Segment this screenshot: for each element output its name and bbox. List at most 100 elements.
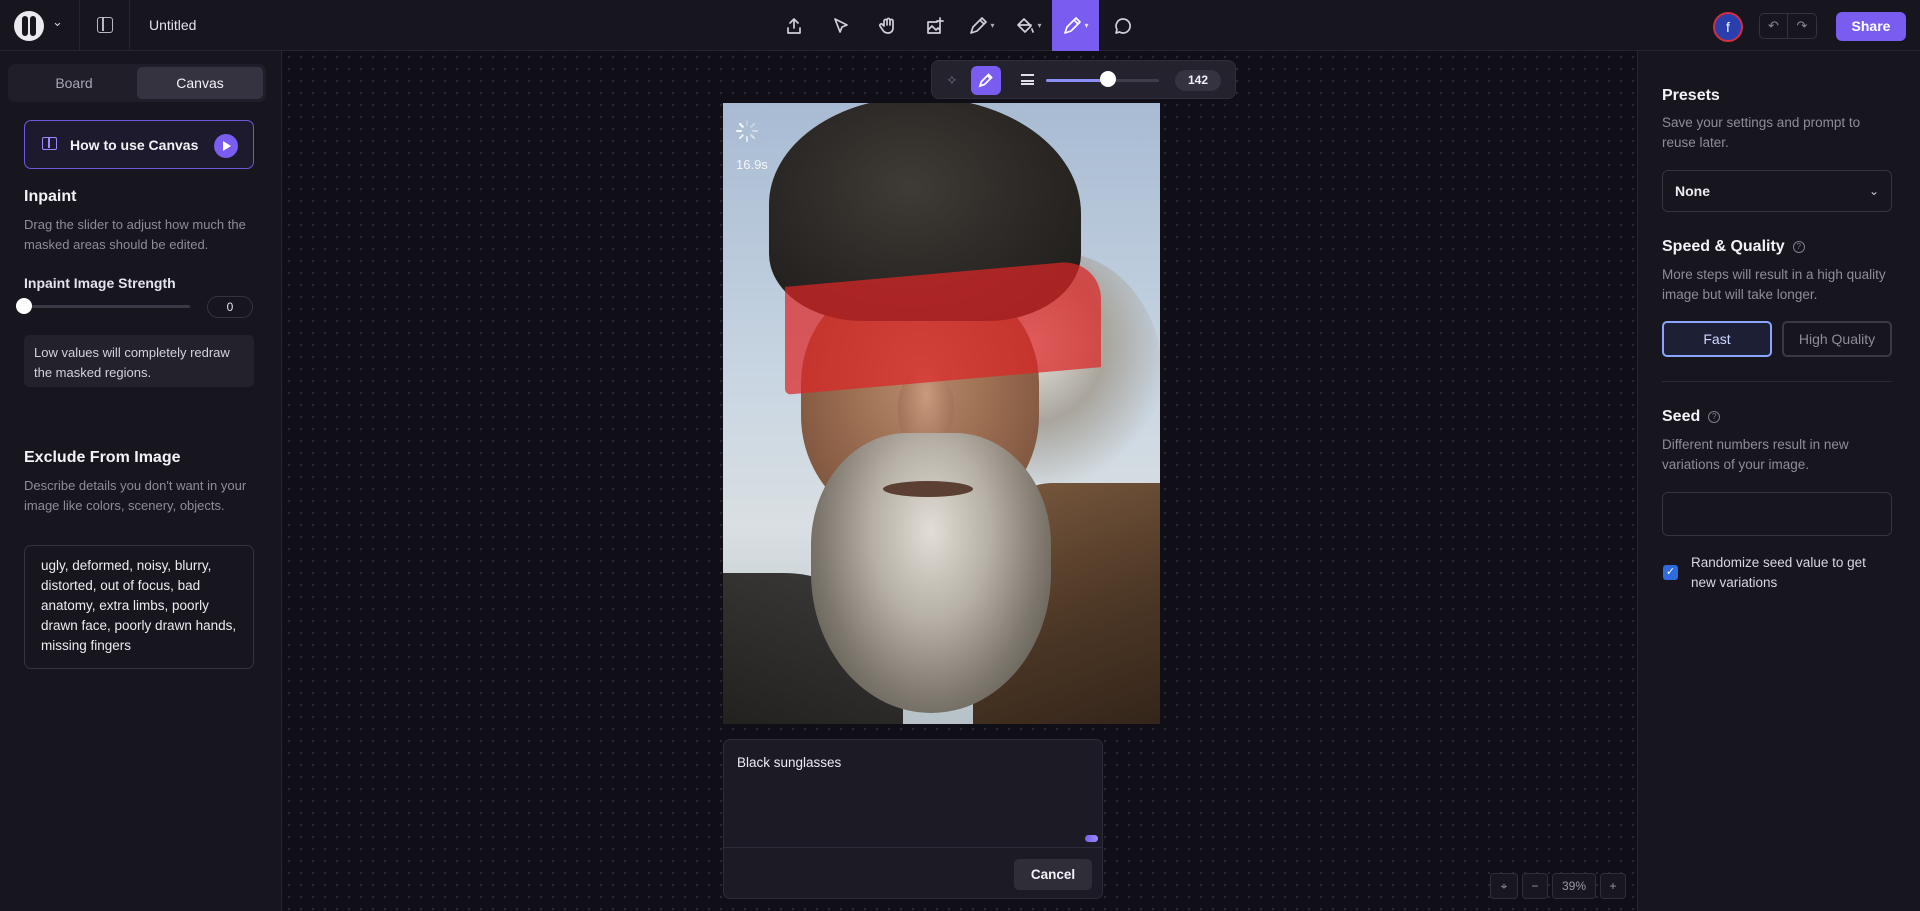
crosshair-icon: ⌖ bbox=[1500, 879, 1508, 893]
seed-input[interactable] bbox=[1662, 492, 1892, 536]
zoom-level[interactable]: 39% bbox=[1552, 873, 1596, 899]
fast-button[interactable]: Fast bbox=[1662, 321, 1772, 357]
document-title[interactable]: Untitled bbox=[149, 17, 196, 33]
play-icon bbox=[214, 134, 238, 158]
book-icon bbox=[42, 137, 57, 150]
how-to-use-canvas-button[interactable]: How to use Canvas bbox=[24, 120, 254, 169]
chevron-down-icon[interactable]: ⌄ bbox=[52, 14, 63, 30]
help-icon[interactable]: ? bbox=[1708, 410, 1721, 423]
spinner-tick bbox=[736, 130, 742, 132]
randomize-seed-label[interactable]: Randomize seed value to get new variatio… bbox=[1691, 553, 1891, 593]
seed-title: Seed? bbox=[1662, 408, 1721, 426]
pan-tool[interactable] bbox=[864, 0, 911, 51]
zoom-controls: ⌖ − 39% + bbox=[1490, 873, 1626, 899]
inpaint-strength-value[interactable]: 0 bbox=[207, 296, 253, 318]
help-icon[interactable]: ? bbox=[1792, 240, 1805, 253]
redo-icon: ↷ bbox=[1796, 18, 1808, 33]
speed-quality-description: More steps will result in a high quality… bbox=[1662, 267, 1886, 302]
generation-timer: 16.9s bbox=[736, 157, 768, 172]
mode-tabs: Board Canvas bbox=[8, 64, 266, 102]
exclude-title: Exclude From Image bbox=[24, 449, 181, 466]
upload-icon bbox=[786, 17, 801, 34]
app-root: ⌄ Untitled ▾ ▾ ▾ f ↶ ↷ Share Board Canva… bbox=[0, 0, 1920, 911]
spinner-tick bbox=[749, 122, 756, 129]
seed-description: Different numbers result in new variatio… bbox=[1662, 437, 1849, 472]
high-quality-button[interactable]: High Quality bbox=[1782, 321, 1892, 357]
left-sidebar: Board Canvas How to use Canvas Inpaint D… bbox=[0, 51, 282, 911]
brush-size-icon bbox=[1021, 74, 1034, 85]
spinner-tick bbox=[738, 133, 745, 140]
pen-tool[interactable]: ▾ bbox=[958, 0, 1005, 51]
inpaint-title: Inpaint bbox=[24, 188, 77, 205]
canvas-image[interactable]: 16.9s bbox=[723, 103, 1160, 724]
fit-to-screen-button[interactable]: ⌖ bbox=[1490, 873, 1518, 899]
inpaint-strength-slider-handle[interactable] bbox=[16, 298, 32, 314]
pen-icon bbox=[978, 73, 993, 88]
cancel-button[interactable]: Cancel bbox=[1014, 859, 1092, 890]
pointer-icon bbox=[833, 17, 848, 33]
fill-icon bbox=[1017, 17, 1035, 33]
select-tool[interactable] bbox=[817, 0, 864, 51]
hand-icon bbox=[878, 17, 894, 34]
redo-button[interactable]: ↷ bbox=[1788, 13, 1817, 39]
seed-label: Seed bbox=[1662, 408, 1701, 425]
upload-tool[interactable] bbox=[770, 0, 817, 51]
inpaint-note: Low values will completely redraw the ma… bbox=[24, 335, 254, 387]
spinner-tick bbox=[746, 120, 748, 126]
preset-select[interactable]: None ⌄ bbox=[1662, 170, 1892, 212]
spinner-tick bbox=[749, 133, 756, 140]
speed-quality-title: Speed & Quality? bbox=[1662, 238, 1805, 256]
prompt-panel: Black sunglasses Cancel bbox=[723, 739, 1103, 899]
spinner-tick bbox=[738, 122, 745, 129]
top-bar: ⌄ Untitled ▾ ▾ ▾ f ↶ ↷ Share bbox=[0, 0, 1920, 51]
brush-size-fill bbox=[1046, 79, 1109, 82]
presets-description: Save your settings and prompt to reuse l… bbox=[1662, 115, 1861, 150]
share-button[interactable]: Share bbox=[1836, 12, 1906, 41]
avatar[interactable]: f bbox=[1713, 12, 1743, 42]
brush-toolbar: ✧ 142 bbox=[931, 60, 1236, 99]
tab-board[interactable]: Board bbox=[11, 67, 137, 99]
tab-canvas[interactable]: Canvas bbox=[137, 67, 263, 99]
add-image-tool[interactable] bbox=[911, 0, 958, 51]
inpaint-description: Drag the slider to adjust how much the m… bbox=[24, 217, 246, 252]
brush-mode-button[interactable] bbox=[971, 66, 1001, 95]
zoom-out-button[interactable]: − bbox=[1522, 873, 1548, 899]
comment-icon bbox=[1114, 17, 1131, 34]
divider bbox=[1662, 381, 1892, 382]
divider bbox=[129, 0, 130, 51]
spinner-tick bbox=[746, 136, 748, 142]
comment-tool[interactable] bbox=[1099, 0, 1146, 51]
speed-quality-label: Speed & Quality bbox=[1662, 238, 1785, 255]
sparkle-icon[interactable]: ✧ bbox=[946, 72, 958, 89]
add-image-icon bbox=[926, 16, 944, 34]
inpaint-brush-tool[interactable]: ▾ bbox=[1052, 0, 1099, 51]
logo-icon[interactable] bbox=[14, 11, 44, 41]
preset-selected-value: None bbox=[1675, 183, 1710, 199]
exclude-description: Describe details you don't want in your … bbox=[24, 478, 247, 513]
prompt-input[interactable]: Black sunglasses bbox=[737, 755, 841, 770]
inpaint-strength-label: Inpaint Image Strength bbox=[24, 275, 176, 291]
chevron-down-icon: ⌄ bbox=[1868, 184, 1879, 198]
divider bbox=[724, 847, 1102, 848]
undo-icon: ↶ bbox=[1768, 18, 1779, 33]
fill-tool[interactable]: ▾ bbox=[1005, 0, 1052, 51]
brush-size-value[interactable]: 142 bbox=[1175, 70, 1221, 91]
randomize-seed-checkbox[interactable]: ✓ bbox=[1663, 565, 1678, 580]
pen-icon bbox=[970, 16, 988, 34]
loading-spinner-icon bbox=[736, 120, 758, 142]
how-to-label: How to use Canvas bbox=[70, 137, 199, 153]
tool-group: ▾ ▾ ▾ bbox=[770, 0, 1146, 51]
negative-prompt-field[interactable]: ugly, deformed, noisy, blurry, distorted… bbox=[24, 545, 254, 669]
panel-toggle-icon[interactable] bbox=[97, 17, 113, 33]
image-mouth bbox=[883, 481, 973, 497]
zoom-in-button[interactable]: + bbox=[1600, 873, 1626, 899]
undo-redo-group: ↶ ↷ bbox=[1759, 13, 1817, 39]
image-beard bbox=[811, 433, 1051, 713]
right-sidebar: Presets Save your settings and prompt to… bbox=[1637, 51, 1920, 911]
inpaint-strength-slider[interactable] bbox=[24, 305, 190, 308]
brush-size-slider-handle[interactable] bbox=[1100, 71, 1117, 87]
presets-title: Presets bbox=[1662, 87, 1720, 104]
check-icon: ✓ bbox=[1665, 566, 1676, 578]
spinner-tick bbox=[752, 130, 758, 132]
undo-button[interactable]: ↶ bbox=[1759, 13, 1788, 39]
